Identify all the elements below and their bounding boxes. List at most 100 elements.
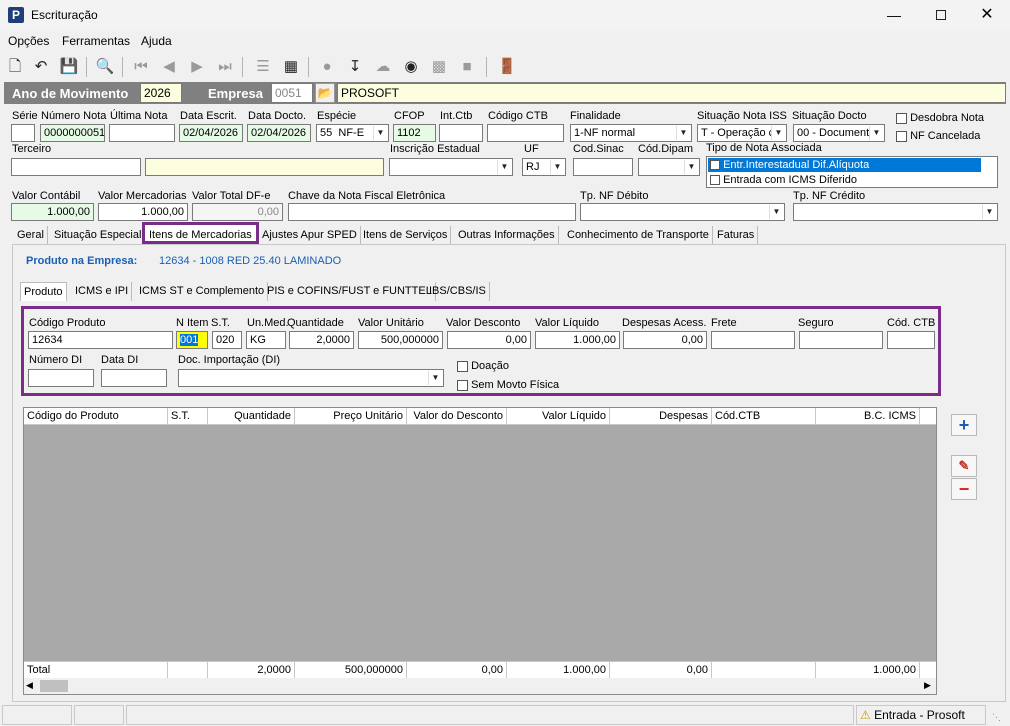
quantidade-input[interactable]: 2,0000 xyxy=(289,331,354,349)
cod-sinac-input[interactable] xyxy=(573,158,633,176)
tab-ajustes-apur-sped[interactable]: Ajustes Apur SPED xyxy=(259,226,361,245)
add-item-button[interactable]: + xyxy=(951,414,977,436)
empresa-code-input[interactable]: 0051 xyxy=(271,83,313,103)
tab-outras-informacoes[interactable]: Outras Informações xyxy=(455,226,559,245)
tab-itens-servicos[interactable]: Itens de Serviços xyxy=(360,226,452,245)
scroll-left-icon[interactable]: ◀ xyxy=(26,680,33,691)
tab-conhecimento-transporte[interactable]: Conhecimento de Transporte xyxy=(564,226,713,245)
valor-contabil-input[interactable]: 1.000,00 xyxy=(11,203,94,221)
undo-icon[interactable]: ↶ xyxy=(30,56,52,78)
empresa-name-input[interactable]: PROSOFT xyxy=(337,83,1006,103)
col-st[interactable]: S.T. xyxy=(168,408,208,425)
desdobra-nota-checkbox[interactable]: Desdobra Nota xyxy=(896,112,984,124)
tag-icon[interactable]: ● xyxy=(316,56,338,78)
list-item[interactable]: Entrada com ICMS Diferido xyxy=(708,173,981,187)
tipo-nota-associada-list[interactable]: Entr.Interestadual Dif.Alíquota Entrada … xyxy=(706,156,998,188)
resize-grip-icon[interactable]: ⋱ xyxy=(992,712,1001,723)
list-item[interactable]: Entr.Interestadual Dif.Alíquota xyxy=(708,158,981,172)
cod-dipam-select[interactable]: ▼ xyxy=(638,158,700,176)
st-input[interactable]: 020 xyxy=(212,331,242,349)
minimize-icon[interactable]: — xyxy=(882,4,906,26)
tab-situacao-especial[interactable]: Situação Especial xyxy=(51,226,146,245)
cloud-icon[interactable]: ☁ xyxy=(372,56,394,78)
uf-select[interactable]: RJ ▼ xyxy=(522,158,566,176)
situacao-iss-select[interactable]: T - Operação c ▼ xyxy=(697,124,787,142)
prev-record-icon[interactable]: ◀ xyxy=(158,56,180,78)
scroll-thumb[interactable] xyxy=(40,680,68,692)
export-icon[interactable]: ▩ xyxy=(428,56,450,78)
new-doc-icon[interactable]: 🗋 xyxy=(4,56,26,78)
valor-desconto-input[interactable]: 0,00 xyxy=(447,331,531,349)
finalidade-select[interactable]: 1-NF normal ▼ xyxy=(570,124,692,142)
col-despesas[interactable]: Despesas xyxy=(610,408,712,425)
numero-nota-input[interactable]: 0000000051 xyxy=(40,124,105,142)
situacao-docto-select[interactable]: 00 - Document ▼ xyxy=(793,124,885,142)
maximize-icon[interactable] xyxy=(929,4,953,26)
valor-liquido-input[interactable]: 1.000,00 xyxy=(535,331,620,349)
valor-total-dfe-input[interactable]: 0,00 xyxy=(192,203,283,221)
codigo-ctb-input[interactable] xyxy=(487,124,564,142)
tree-icon[interactable]: ☰ xyxy=(252,56,274,78)
cod-ctb-input[interactable] xyxy=(887,331,935,349)
items-grid[interactable]: Código do Produto S.T. Quantidade Preço … xyxy=(23,407,937,695)
exit-icon[interactable]: 🚪 xyxy=(496,56,518,78)
ano-input[interactable]: 2026 xyxy=(140,83,182,103)
terceiro-code-input[interactable] xyxy=(11,158,141,176)
cfop-input[interactable]: 1102 xyxy=(393,124,436,142)
un-med-input[interactable]: KG xyxy=(246,331,286,349)
frete-input[interactable] xyxy=(711,331,795,349)
tp-nf-debito-select[interactable]: ▼ xyxy=(580,203,785,221)
codigo-produto-input[interactable]: 12634 xyxy=(28,331,173,349)
tab-ibs-cbs-is[interactable]: IBS/CBS/IS xyxy=(426,282,490,301)
numero-di-input[interactable] xyxy=(28,369,94,387)
tp-nf-credito-select[interactable]: ▼ xyxy=(793,203,998,221)
next-record-icon[interactable]: ▶ xyxy=(186,56,208,78)
menu-opcoes[interactable]: Opções xyxy=(8,34,49,48)
tab-geral[interactable]: Geral xyxy=(14,226,48,245)
scroll-right-icon[interactable]: ▶ xyxy=(924,680,931,691)
int-ctb-input[interactable] xyxy=(439,124,483,142)
tab-pis-cofins[interactable]: PIS e COFINS/FUST e FUNTTEL xyxy=(264,282,436,301)
seguro-input[interactable] xyxy=(799,331,883,349)
inscricao-estadual-select[interactable]: ▼ xyxy=(389,158,513,176)
sem-movto-checkbox[interactable]: Sem Movto Física xyxy=(457,379,559,391)
tab-produto[interactable]: Produto xyxy=(20,282,67,301)
col-valor-liquido[interactable]: Valor Líquido xyxy=(507,408,610,425)
col-preco-unitario[interactable]: Preço Unitário xyxy=(295,408,407,425)
grid-icon[interactable]: ■ xyxy=(456,56,478,78)
data-docto-input[interactable]: 02/04/2026 xyxy=(247,124,311,142)
data-escrit-input[interactable]: 02/04/2026 xyxy=(179,124,243,142)
last-record-icon[interactable]: ⏭ xyxy=(214,56,236,78)
tab-icms-st[interactable]: ICMS ST e Complemento xyxy=(136,282,269,301)
serie-input[interactable] xyxy=(11,124,35,142)
ultima-nota-input[interactable] xyxy=(109,124,175,142)
calculator-icon[interactable]: ▦ xyxy=(280,56,302,78)
despesas-acess-input[interactable]: 0,00 xyxy=(623,331,707,349)
save-icon[interactable]: 💾 xyxy=(58,56,80,78)
col-cod-ctb[interactable]: Cód.CTB xyxy=(712,408,816,425)
data-di-input[interactable] xyxy=(101,369,167,387)
tab-itens-mercadorias[interactable]: Itens de Mercadorias xyxy=(142,222,259,244)
especie-select[interactable]: 55 NF-E ▼ xyxy=(316,124,389,142)
remove-item-button[interactable]: − xyxy=(951,478,977,500)
menu-ajuda[interactable]: Ajuda xyxy=(141,34,172,48)
n-item-input[interactable]: 001 xyxy=(176,331,208,349)
col-codigo-produto[interactable]: Código do Produto xyxy=(24,408,168,425)
col-valor-desconto[interactable]: Valor do Desconto xyxy=(407,408,507,425)
import-icon[interactable]: ↧ xyxy=(344,56,366,78)
close-icon[interactable]: ✕ xyxy=(975,4,999,26)
folder-icon[interactable]: 📂 xyxy=(315,83,335,103)
doacao-checkbox[interactable]: Doação xyxy=(457,360,509,372)
doc-importacao-select[interactable]: ▼ xyxy=(178,369,444,387)
tab-icms-ipi[interactable]: ICMS e IPI xyxy=(72,282,133,301)
first-record-icon[interactable]: ⏮ xyxy=(130,56,152,78)
edit-item-button[interactable]: ✎ xyxy=(951,455,977,477)
col-quantidade[interactable]: Quantidade xyxy=(208,408,295,425)
col-bc-icms[interactable]: B.C. ICMS xyxy=(816,408,920,425)
valor-unitario-input[interactable]: 500,000000 xyxy=(358,331,443,349)
menu-ferramentas[interactable]: Ferramentas xyxy=(62,34,130,48)
preview-icon[interactable]: 🔍 xyxy=(94,56,116,78)
chave-nfe-input[interactable] xyxy=(288,203,576,221)
cib-icon[interactable]: ◉ xyxy=(400,56,422,78)
tab-faturas[interactable]: Faturas xyxy=(714,226,759,245)
